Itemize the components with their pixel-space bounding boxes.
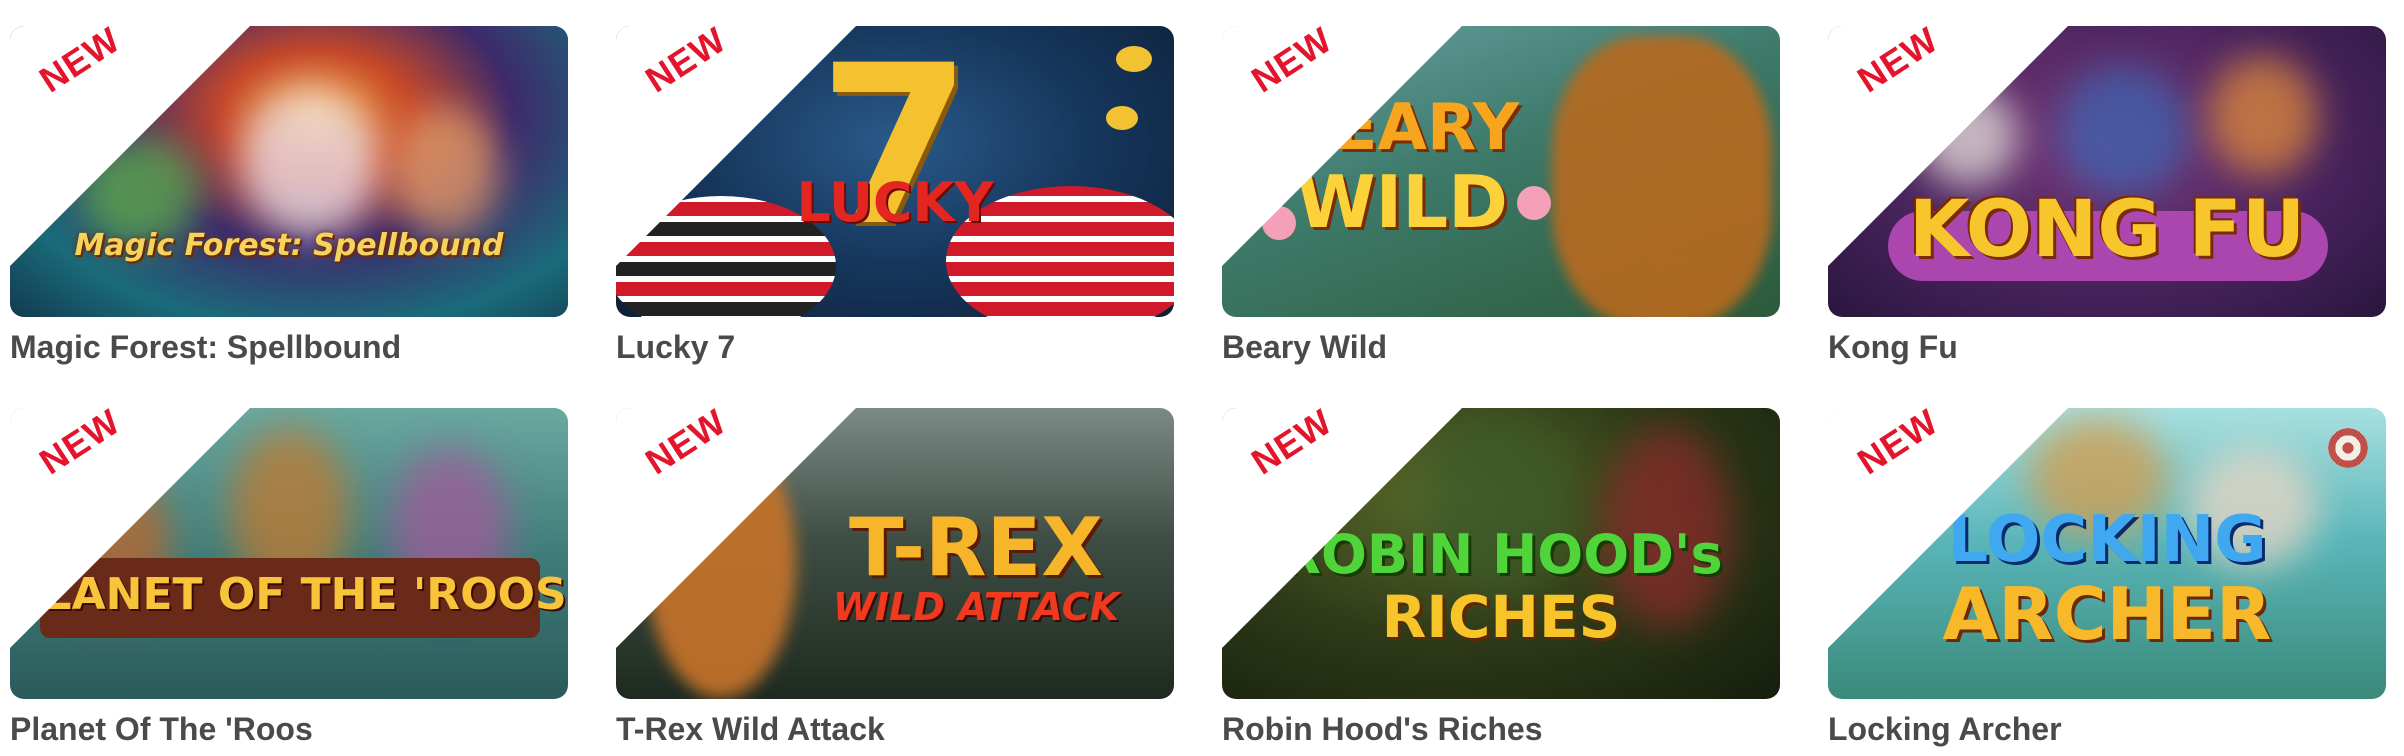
game-thumbnail[interactable]: Magic Forest: Spellbound NEW xyxy=(10,26,568,317)
game-thumbnail[interactable]: ROBIN HOOD's RICHES NEW xyxy=(1222,408,1780,699)
game-title[interactable]: Magic Forest: Spellbound xyxy=(10,329,568,366)
game-title[interactable]: Beary Wild xyxy=(1222,329,1780,366)
game-thumbnail[interactable]: PLANET OF THE 'ROOS NEW xyxy=(10,408,568,699)
game-card[interactable]: ROBIN HOOD's RICHES NEW Robin Hood's Ric… xyxy=(1222,408,1780,748)
game-thumbnail[interactable]: KONG FU NEW xyxy=(1828,26,2386,317)
game-title[interactable]: Planet Of The 'Roos xyxy=(10,711,568,748)
game-thumbnail[interactable]: 7 LUCKY NEW xyxy=(616,26,1174,317)
target-icon xyxy=(2328,428,2368,468)
game-card[interactable]: 7 LUCKY NEW Lucky 7 xyxy=(616,26,1174,366)
game-card[interactable]: BEARY WILD NEW Beary Wild xyxy=(1222,26,1780,366)
game-title[interactable]: T-Rex Wild Attack xyxy=(616,711,1174,748)
game-thumbnail[interactable]: BEARY WILD NEW xyxy=(1222,26,1780,317)
bear xyxy=(1552,36,1772,317)
game-card[interactable]: Magic Forest: Spellbound NEW Magic Fores… xyxy=(10,26,568,366)
tiger xyxy=(2208,56,2318,176)
game-thumbnail[interactable]: LOCKING ARCHER NEW xyxy=(1828,408,2386,699)
game-card[interactable]: PLANET OF THE 'ROOS NEW Planet Of The 'R… xyxy=(10,408,568,748)
game-thumbnail[interactable]: T-REX WILD ATTACK NEW xyxy=(616,408,1174,699)
game-card[interactable]: LOCKING ARCHER NEW Locking Archer xyxy=(1828,408,2386,748)
game-title[interactable]: Locking Archer xyxy=(1828,711,2386,748)
game-title[interactable]: Kong Fu xyxy=(1828,329,2386,366)
game-grid: Magic Forest: Spellbound NEW Magic Fores… xyxy=(0,0,2404,756)
game-title[interactable]: Robin Hood's Riches xyxy=(1222,711,1780,748)
game-title[interactable]: Lucky 7 xyxy=(616,329,1174,366)
gorilla xyxy=(2058,66,2188,196)
game-card[interactable]: KONG FU NEW Kong Fu xyxy=(1828,26,2386,366)
game-card[interactable]: T-REX WILD ATTACK NEW T-Rex Wild Attack xyxy=(616,408,1174,748)
